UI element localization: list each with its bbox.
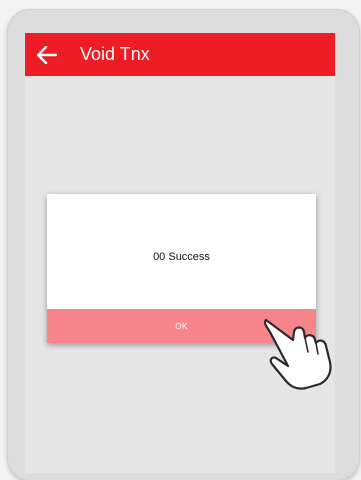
page-title: Void Tnx bbox=[80, 44, 150, 64]
arrow-left-icon bbox=[37, 45, 57, 64]
hand-pointer-icon bbox=[263, 318, 332, 390]
app-bar: Void Tnx bbox=[25, 33, 335, 76]
back-button[interactable] bbox=[27, 33, 67, 76]
app-screen: Void Tnx 00 Success OK bbox=[25, 33, 335, 473]
dialog-message: 00 Success bbox=[153, 251, 210, 263]
